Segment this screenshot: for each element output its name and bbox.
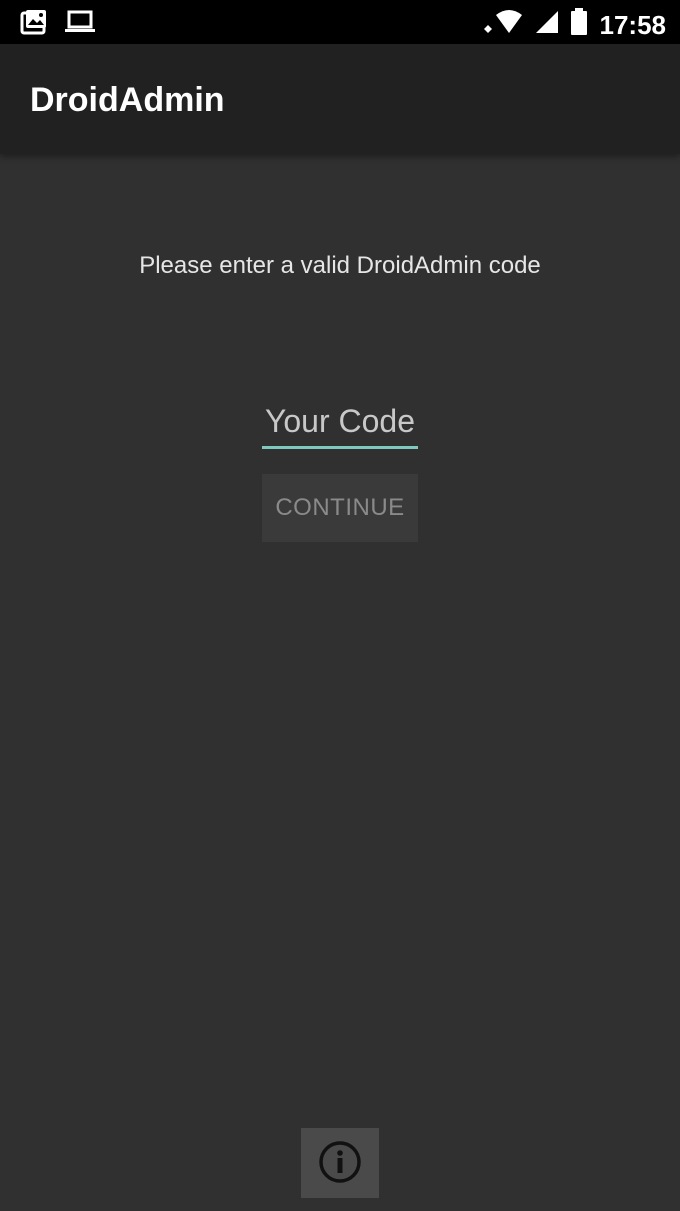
status-system: 17:58: [482, 8, 667, 41]
app-title: DroidAdmin: [30, 81, 225, 119]
status-time: 17:58: [599, 9, 667, 40]
code-prompt: Please enter a valid DroidAdmin code: [139, 252, 541, 279]
gallery-notification-icon: [20, 9, 48, 40]
laptop-notification-icon: [64, 10, 96, 39]
signal-icon: [534, 9, 560, 40]
code-input[interactable]: [262, 397, 418, 449]
battery-icon: [570, 8, 588, 41]
info-button[interactable]: [301, 1128, 379, 1198]
status-notifications: [20, 9, 96, 40]
continue-button[interactable]: CONTINUE: [262, 474, 418, 542]
status-bar: 17:58: [0, 0, 680, 44]
wifi-icon: [482, 9, 524, 40]
app-bar: DroidAdmin: [0, 44, 680, 154]
info-icon: [318, 1140, 362, 1187]
